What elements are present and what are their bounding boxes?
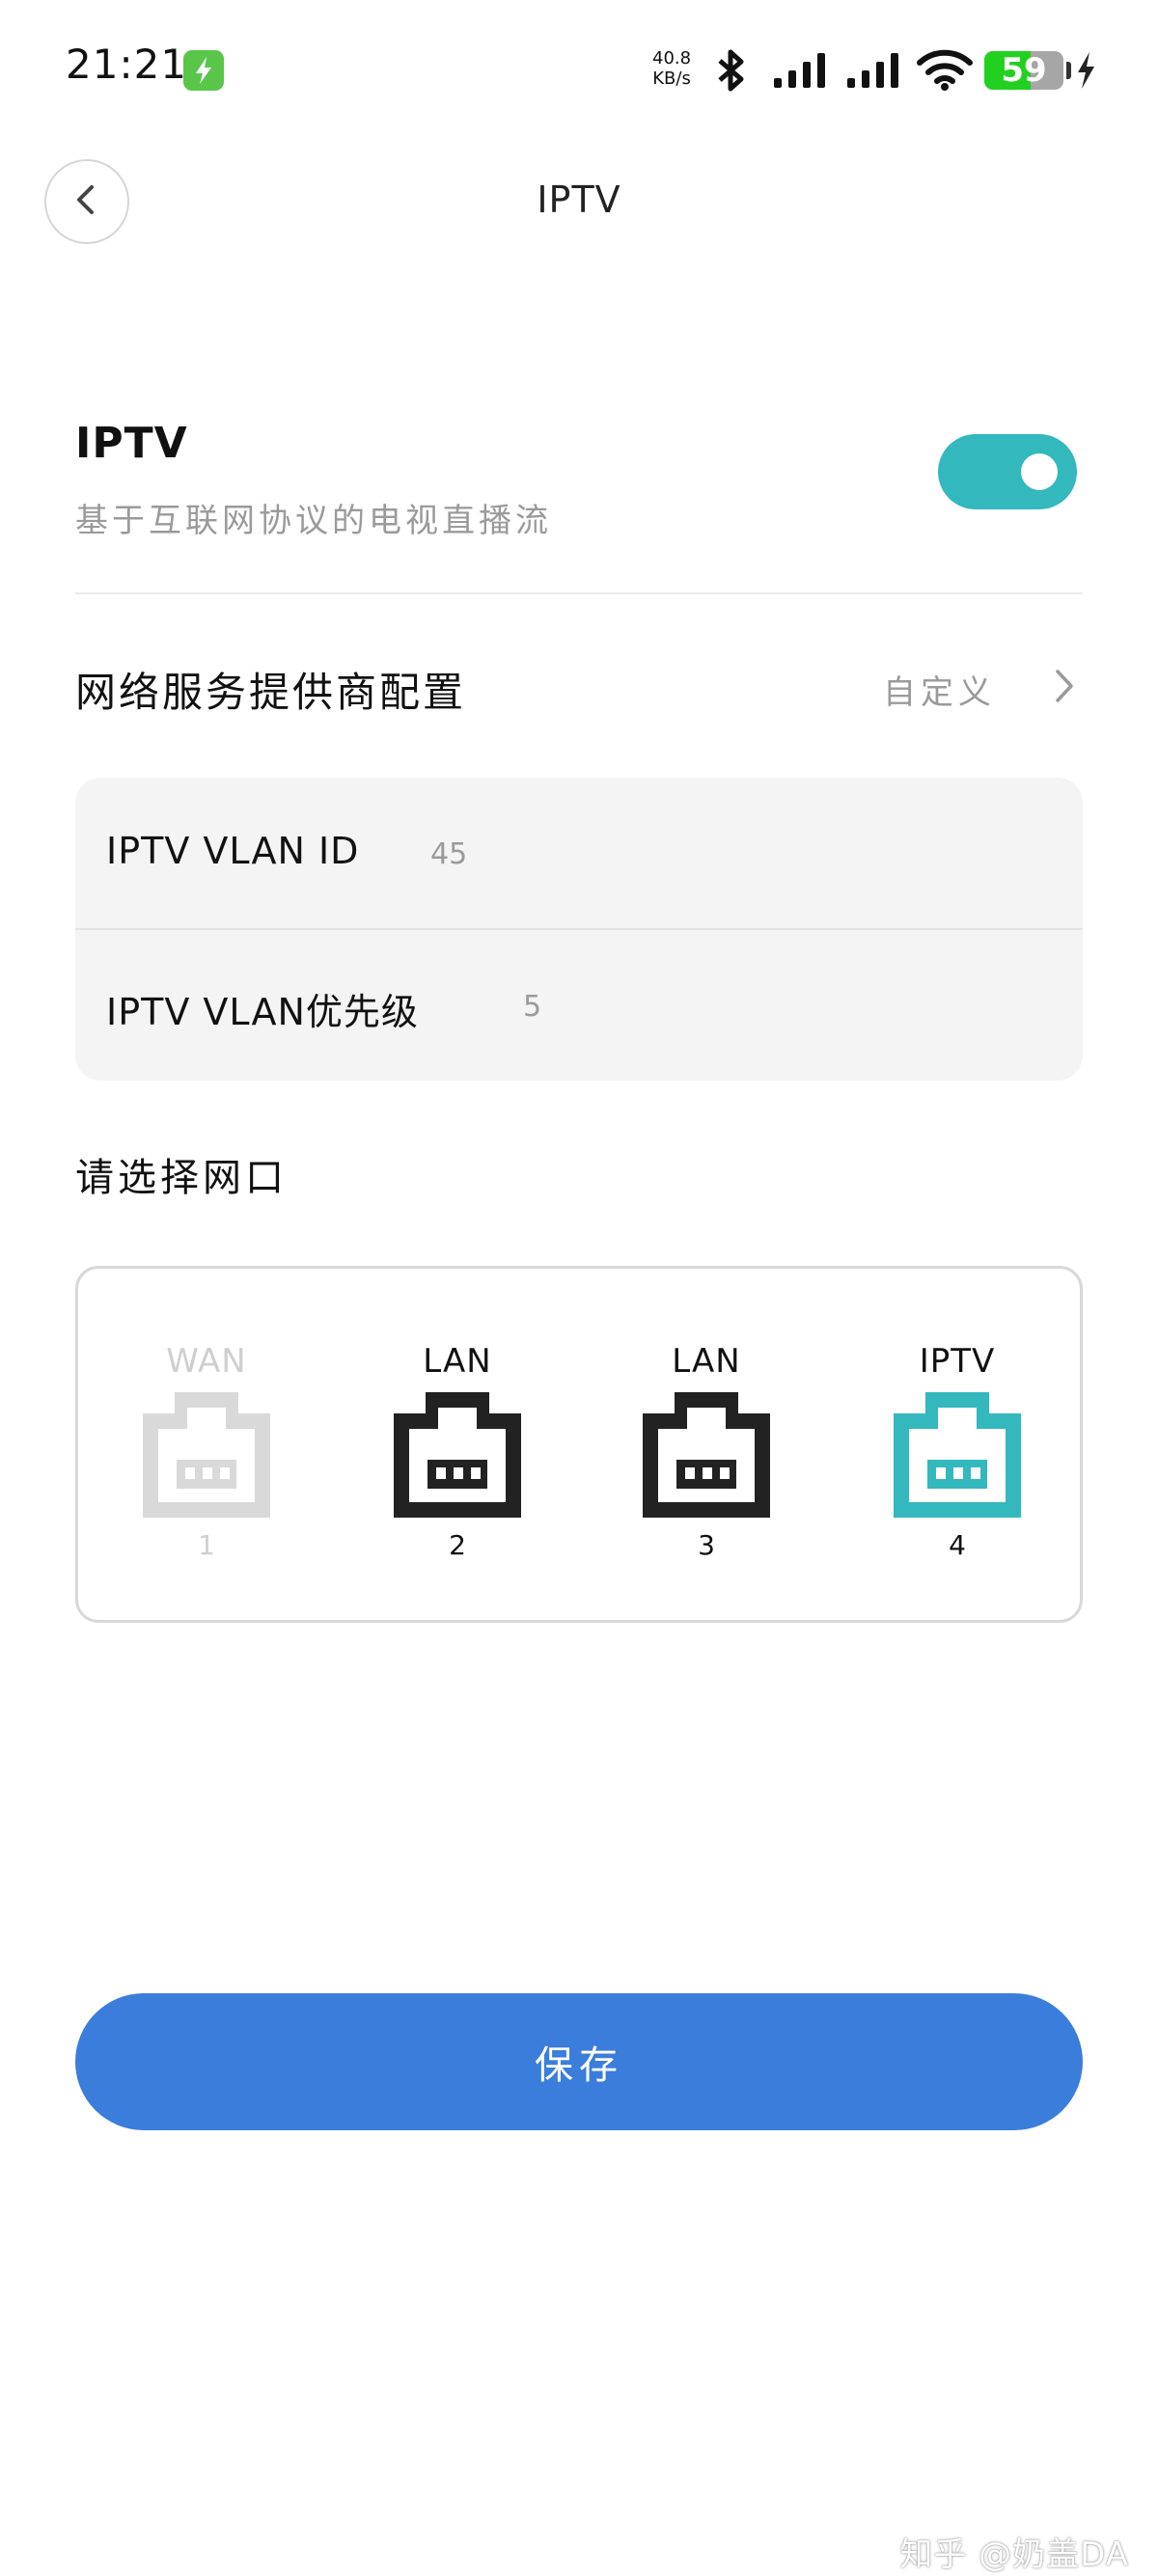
port-2[interactable]: LAN 2 [385, 1342, 530, 1564]
network-speed-value: 40.8 [652, 48, 692, 69]
isp-config-row[interactable]: 网络服务提供商配置 自定义 [75, 646, 1083, 727]
watermark: 知乎 @奶盖DA [899, 2535, 1129, 2574]
port-type-label: LAN [672, 1342, 741, 1381]
network-speed: 40.8 KB/s [652, 48, 691, 89]
save-button[interactable]: 保存 [75, 1993, 1083, 2130]
charging-app-icon [183, 50, 224, 91]
isp-config-value: 自定义 [883, 673, 996, 712]
vlan-id-label: IPTV VLAN ID [106, 830, 360, 872]
port-type-label: WAN [166, 1342, 247, 1381]
network-speed-unit: KB/s [652, 69, 691, 89]
cell-signal-2-icon [847, 52, 903, 93]
ethernet-port-icon [143, 1392, 270, 1518]
page-title: IPTV [537, 178, 621, 221]
cell-signal-1-icon [774, 52, 830, 93]
ethernet-port-icon [894, 1392, 1021, 1518]
vlan-id-value: 45 [430, 837, 468, 871]
port-number: 2 [449, 1529, 466, 1561]
wifi-icon [917, 48, 973, 95]
port-select-card: WAN 1 LAN 2 LAN 3 IPTV 4 [75, 1266, 1083, 1623]
iptv-setting-title: IPTV [75, 419, 188, 468]
toggle-knob [1021, 453, 1058, 490]
chevron-right-icon [1044, 664, 1083, 712]
vlan-settings-card: IPTV VLAN ID 45 IPTV VLAN优先级 5 [75, 778, 1083, 1081]
vlan-priority-value: 5 [523, 990, 542, 1024]
port-1: WAN 1 [134, 1342, 279, 1564]
section-divider [75, 592, 1083, 594]
port-4[interactable]: IPTV 4 [885, 1342, 1030, 1564]
battery-indicator: 59 [984, 51, 1063, 90]
port-type-label: IPTV [919, 1342, 996, 1381]
isp-config-label: 网络服务提供商配置 [75, 669, 467, 716]
port-number: 1 [198, 1529, 215, 1561]
port-number: 3 [698, 1529, 715, 1561]
status-bar: 21:21 40.8 KB/s 59 [0, 0, 1158, 145]
status-time: 21:21 [66, 41, 188, 88]
port-select-title: 请选择网口 [75, 1156, 288, 1200]
vlan-priority-row[interactable]: IPTV VLAN优先级 5 [75, 930, 1083, 1081]
battery-level: 59 [1001, 51, 1047, 90]
iptv-toggle[interactable] [938, 434, 1077, 509]
vlan-priority-label: IPTV VLAN优先级 [106, 991, 419, 1033]
battery-cap [1066, 62, 1071, 79]
charging-bolt-icon [1075, 50, 1096, 95]
vlan-id-row[interactable]: IPTV VLAN ID 45 [75, 778, 1083, 928]
bluetooth-icon [712, 48, 751, 96]
port-type-label: LAN [423, 1342, 492, 1381]
port-3[interactable]: LAN 3 [634, 1342, 779, 1564]
iptv-setting-description: 基于互联网协议的电视直播流 [75, 502, 552, 540]
ethernet-port-icon [643, 1392, 770, 1518]
ethernet-port-icon [394, 1392, 521, 1518]
port-number: 4 [949, 1529, 966, 1561]
